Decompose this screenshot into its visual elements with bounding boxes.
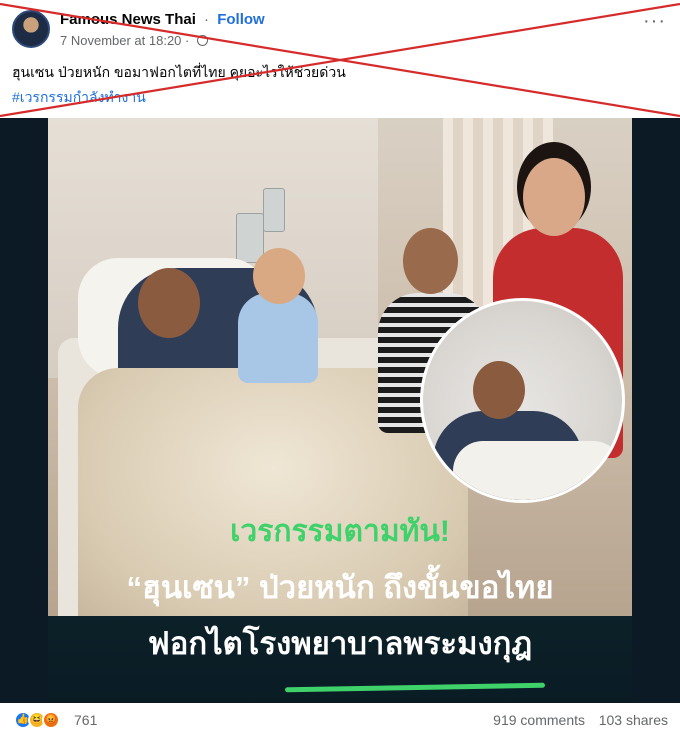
caption-line-3: ฟอกไตโรงพยาบาลพระมงกุฎ — [147, 626, 533, 661]
facebook-post: Famous News Thai · Follow 7 November at … — [0, 0, 680, 737]
globe-icon — [196, 35, 208, 46]
shares-count[interactable]: 103 shares — [599, 712, 668, 728]
patient-head — [138, 268, 200, 338]
inset-circle-photo — [420, 298, 625, 503]
comments-count[interactable]: 919 comments — [493, 712, 585, 728]
child-figure — [238, 293, 318, 383]
caption-headline: เวรกรรมตามทัน! — [230, 515, 450, 548]
child-head — [253, 248, 305, 304]
page-name-link[interactable]: Famous News Thai — [60, 11, 196, 28]
hashtag-link[interactable]: #เวรกรรมกำลังทำงาน — [12, 87, 146, 109]
inset-sheet — [453, 441, 622, 500]
post-image[interactable]: เวรกรรมตามทัน! “ฮุนเซน” ป่วยหนัก ถึงขั้น… — [0, 118, 680, 703]
post-header: Famous News Thai · Follow 7 November at … — [0, 0, 680, 56]
visitor-woman-head — [523, 158, 585, 236]
page-avatar[interactable] — [12, 10, 50, 48]
post-meta: 7 November at 18:20 · — [60, 33, 208, 48]
caption-line-2: “ฮุนเซน” ป่วยหนัก ถึงขั้นขอไทย — [126, 570, 554, 605]
inset-patient-head — [473, 361, 525, 419]
more-options-icon[interactable]: ··· — [643, 11, 666, 31]
post-text: ฮุนเซน ป่วยหนัก ขอมาฟอกไตที่ไทย คุยอะไรใ… — [12, 64, 346, 80]
angry-icon: 😡 — [42, 711, 60, 729]
visitor-man-head — [403, 228, 458, 294]
medical-monitor-2 — [263, 188, 285, 232]
reaction-count[interactable]: 761 — [74, 712, 97, 728]
post-footer: 👍 😆 😡 761 919 comments 103 shares — [0, 703, 680, 737]
follow-button[interactable]: Follow — [217, 11, 265, 28]
page-name-row: Famous News Thai · Follow — [60, 11, 265, 28]
post-timestamp[interactable]: 7 November at 18:20 · — [60, 33, 189, 48]
separator-dot: · — [204, 11, 210, 28]
